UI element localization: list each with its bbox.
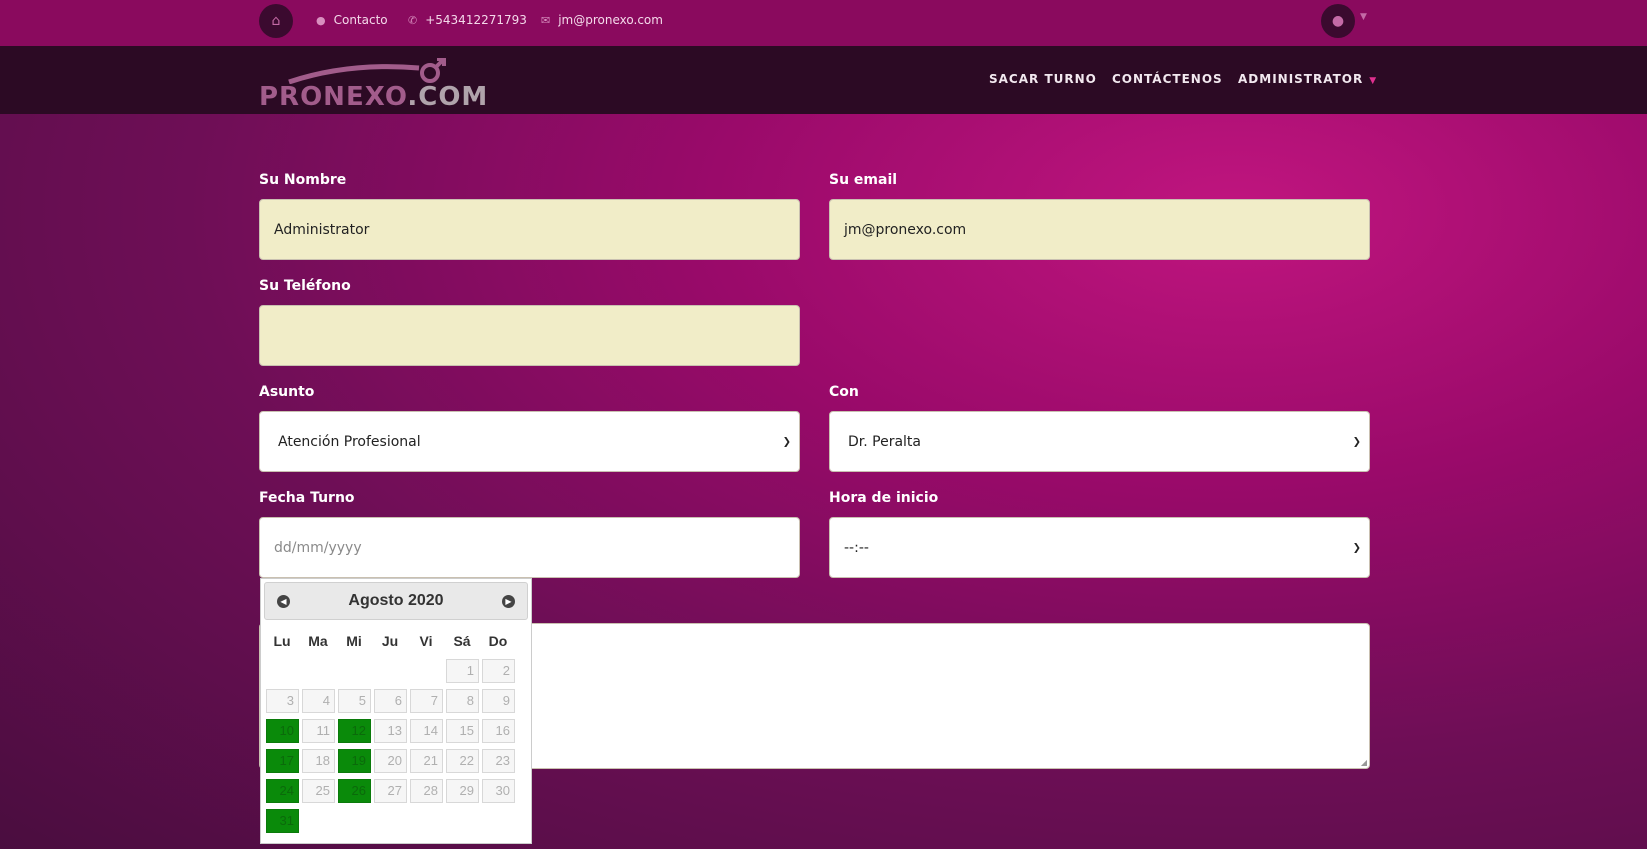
- weekday-header: Mi: [346, 633, 362, 649]
- calendar-day-disabled: 14: [410, 719, 443, 743]
- nav-item-administrator-label: ADMINISTRATOR: [1238, 72, 1364, 86]
- logo-suffix-text: .COM: [407, 82, 489, 112]
- calendar-day-disabled: 3: [266, 689, 299, 713]
- email-label: Su email: [829, 172, 898, 188]
- phone-info: ✆ +543412271793: [408, 12, 527, 29]
- nav-item-contactenos[interactable]: CONTÁCTENOS: [1112, 72, 1223, 86]
- date-input[interactable]: dd/mm/yyyy: [259, 517, 800, 578]
- calendar-day-disabled: 8: [446, 689, 479, 713]
- chevron-down-icon: ❯: [1352, 542, 1361, 553]
- date-label: Fecha Turno: [259, 490, 355, 506]
- with-value: Dr. Peralta: [848, 433, 922, 450]
- calendar-day-disabled: 23: [482, 749, 515, 773]
- chevron-down-icon: ❯: [1352, 436, 1361, 447]
- calendar-day-disabled: 13: [374, 719, 407, 743]
- email-address: jm@pronexo.com: [558, 13, 663, 27]
- weekday-header: Ju: [381, 633, 399, 649]
- nav-item-administrator[interactable]: ADMINISTRATOR ▼: [1238, 72, 1377, 86]
- subject-value: Atención Profesional: [278, 433, 421, 450]
- datepicker-popup: ◀ Agosto 2020 ▶ Lu Ma Mi Ju Vi Sá Do 1 2 3 4 5 6 7 8 9 1…: [260, 578, 532, 844]
- top-info-bar: ⌂ ● Contacto ✆ +543412271793 ✉ jm@pronexo.c…: [0, 0, 1647, 46]
- weekday-header: Vi: [419, 633, 433, 649]
- envelope-icon: ✉: [541, 14, 551, 27]
- contact-link[interactable]: ● Contacto: [316, 12, 388, 29]
- calendar-day-disabled: 16: [482, 719, 515, 743]
- calendar-day-available[interactable]: 24: [266, 779, 299, 803]
- calendar-day-available[interactable]: 26: [338, 779, 371, 803]
- logo-swoosh-icon: [288, 64, 420, 84]
- calendar-day-disabled: 2: [482, 659, 515, 683]
- subject-label: Asunto: [259, 384, 315, 400]
- logo-text: PRONEXO.COM: [259, 82, 488, 112]
- weekday-header: Lu: [273, 633, 291, 649]
- globe-icon[interactable]: ●: [1321, 4, 1355, 38]
- calendar-day-disabled: 27: [374, 779, 407, 803]
- phone-input[interactable]: [259, 305, 800, 366]
- calendar-day-available[interactable]: 12: [338, 719, 371, 743]
- weekday-header: Sá: [453, 633, 471, 649]
- caret-down-icon: ▼: [1369, 76, 1378, 86]
- name-value: Administrator: [274, 221, 370, 238]
- name-input[interactable]: Administrator: [259, 199, 800, 260]
- calendar-day-disabled: 25: [302, 779, 335, 803]
- calendar-day-disabled: 7: [410, 689, 443, 713]
- male-symbol-icon: [420, 58, 446, 83]
- nav-item-sacar-turno[interactable]: SACAR TURNO: [989, 72, 1097, 86]
- date-placeholder: dd/mm/yyyy: [274, 539, 362, 556]
- with-label: Con: [829, 384, 859, 400]
- weekday-header: Do: [488, 633, 508, 649]
- chevron-down-icon: ❯: [782, 436, 791, 447]
- map-marker-icon: ●: [316, 14, 326, 27]
- calendar-day-available[interactable]: 19: [338, 749, 371, 773]
- time-select[interactable]: --:-- ❯: [829, 517, 1370, 578]
- professional-select[interactable]: Dr. Peralta ❯: [829, 411, 1370, 472]
- calendar-day-available[interactable]: 31: [266, 809, 299, 833]
- calendar-day-disabled: 1: [446, 659, 479, 683]
- main-navbar: PRONEXO.COM SACAR TURNO CONTÁCTENOS ADMI…: [0, 46, 1647, 114]
- calendar-day-disabled: 4: [302, 689, 335, 713]
- calendar-day-disabled: 30: [482, 779, 515, 803]
- logo-main-text: PRONEXO: [259, 82, 408, 112]
- email-input[interactable]: jm@pronexo.com: [829, 199, 1370, 260]
- calendar-day-disabled: 15: [446, 719, 479, 743]
- calendar-day-disabled: 11: [302, 719, 335, 743]
- calendar-day-disabled: 6: [374, 689, 407, 713]
- name-label: Su Nombre: [259, 172, 347, 188]
- time-label: Hora de inicio: [829, 490, 939, 506]
- calendar-day-disabled: 9: [482, 689, 515, 713]
- time-value: --:--: [844, 539, 869, 556]
- calendar-day-disabled: 5: [338, 689, 371, 713]
- home-icon[interactable]: ⌂: [259, 4, 293, 38]
- phone-icon: ✆: [408, 14, 418, 27]
- calendar-day-disabled: 20: [374, 749, 407, 773]
- email-info[interactable]: ✉ jm@pronexo.com: [541, 12, 663, 29]
- subject-select[interactable]: Atención Profesional ❯: [259, 411, 800, 472]
- calendar-day-disabled: 22: [446, 749, 479, 773]
- calendar-day-disabled: 29: [446, 779, 479, 803]
- next-month-icon[interactable]: ▶: [502, 595, 515, 608]
- calendar-day-disabled: 21: [410, 749, 443, 773]
- phone-number: +543412271793: [425, 13, 527, 27]
- site-logo[interactable]: PRONEXO.COM: [259, 58, 489, 112]
- contact-label: Contacto: [333, 13, 388, 27]
- chevron-down-icon[interactable]: ▼: [1360, 12, 1367, 22]
- datepicker-title: Agosto 2020: [348, 592, 444, 609]
- resize-handle-icon[interactable]: ◢: [1361, 758, 1367, 767]
- phone-label: Su Teléfono: [259, 278, 351, 294]
- calendar-day-available[interactable]: 10: [266, 719, 299, 743]
- calendar-day-disabled: 28: [410, 779, 443, 803]
- email-value: jm@pronexo.com: [844, 221, 967, 238]
- datepicker-header: ◀ Agosto 2020 ▶: [264, 582, 528, 620]
- weekday-header: Ma: [308, 633, 328, 649]
- calendar-day-disabled: 18: [302, 749, 335, 773]
- calendar-day-available[interactable]: 17: [266, 749, 299, 773]
